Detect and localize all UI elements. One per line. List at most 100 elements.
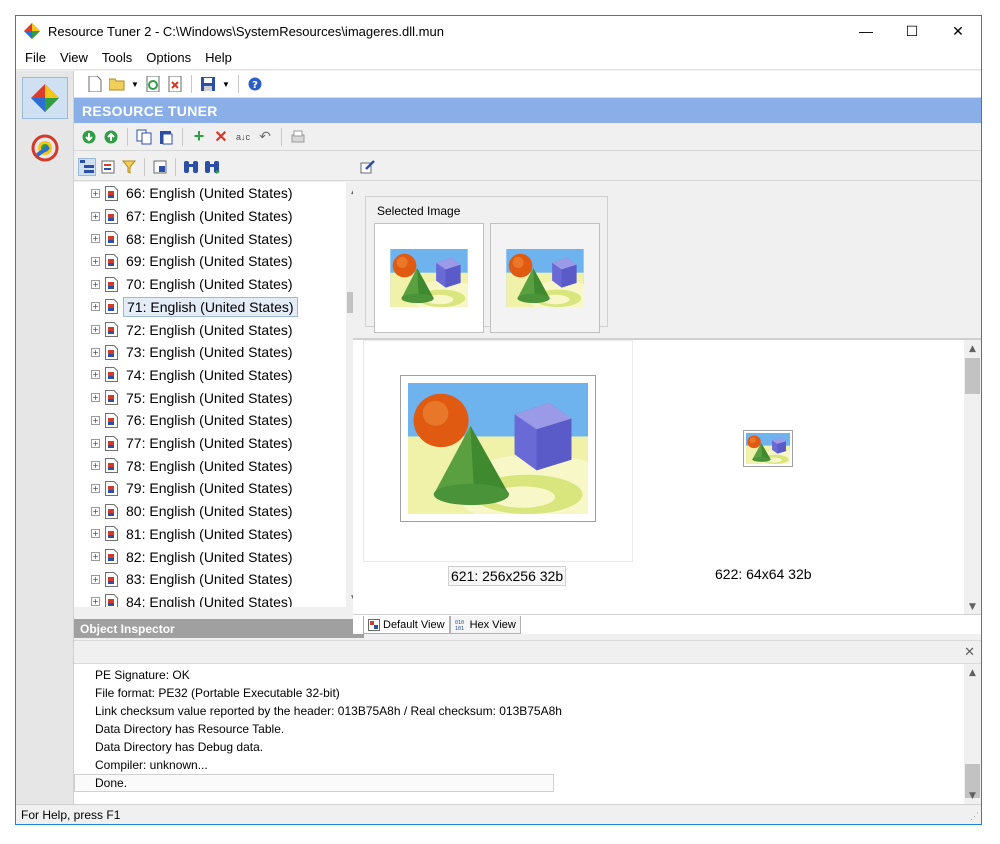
reload-icon[interactable] xyxy=(144,75,162,93)
rename-resource-icon[interactable]: a↓c xyxy=(234,128,252,146)
expand-icon[interactable]: + xyxy=(91,438,100,448)
expand-icon[interactable]: + xyxy=(91,506,100,516)
menu-file[interactable]: File xyxy=(18,50,53,65)
tree-item[interactable]: +77: English (United States) xyxy=(74,432,296,455)
tree-item[interactable]: +71: English (United States) xyxy=(74,296,298,319)
tree-item[interactable]: +70: English (United States) xyxy=(74,273,296,296)
tree-item[interactable]: +83: English (United States) xyxy=(74,568,296,591)
image-resource-icon xyxy=(105,549,118,565)
tree-item[interactable]: +76: English (United States) xyxy=(74,409,296,432)
maximize-icon: ☐ xyxy=(905,22,919,39)
tree-item-label: 77: English (United States) xyxy=(126,435,293,452)
image-thumbnail-small[interactable] xyxy=(490,223,600,333)
scroll-up-icon[interactable]: ▲ xyxy=(964,340,981,357)
resource-list-icon[interactable] xyxy=(99,158,117,176)
expand-icon[interactable]: + xyxy=(91,347,100,357)
tree-item[interactable]: +84: English (United States) xyxy=(74,591,296,607)
expand-icon[interactable]: + xyxy=(91,461,100,471)
image-resource-icon xyxy=(105,322,118,338)
tree-item[interactable]: +75: English (United States) xyxy=(74,386,296,409)
tree-item[interactable]: +82: English (United States) xyxy=(74,545,296,568)
scroll-up-icon[interactable]: ▲ xyxy=(964,664,981,681)
paste-resource-icon[interactable] xyxy=(157,128,175,146)
tree-item[interactable]: +66: English (United States) xyxy=(74,182,296,205)
tree-view-icon[interactable] xyxy=(78,157,96,176)
menu-view[interactable]: View xyxy=(53,50,95,65)
copy-resource-icon[interactable] xyxy=(135,128,153,146)
edit-icon[interactable] xyxy=(359,158,377,176)
small-image[interactable] xyxy=(743,430,798,467)
expand-icon[interactable]: + xyxy=(91,370,100,380)
expand-icon[interactable]: + xyxy=(91,279,100,289)
new-file-icon[interactable] xyxy=(86,75,104,93)
preview-scroll-thumb[interactable] xyxy=(965,358,980,394)
undo-icon[interactable]: ↶ xyxy=(256,128,274,146)
add-resource-icon[interactable]: + xyxy=(190,126,208,146)
expand-icon[interactable]: + xyxy=(91,552,100,562)
close-log-icon[interactable]: ✕ xyxy=(964,644,975,660)
save-icon[interactable] xyxy=(199,75,217,93)
menu-tools[interactable]: Tools xyxy=(95,50,139,65)
tree-item[interactable]: +74: English (United States) xyxy=(74,364,296,387)
preview-scrollbar[interactable]: ▲ ▼ xyxy=(964,340,981,615)
find-icon[interactable] xyxy=(182,158,200,176)
expand-icon[interactable]: + xyxy=(91,393,100,403)
tree-item[interactable]: +79: English (United States) xyxy=(74,477,296,500)
scene-image-icon xyxy=(506,249,584,307)
expand-icon[interactable]: + xyxy=(91,211,100,221)
expand-icon[interactable]: + xyxy=(91,302,100,312)
tree-item[interactable]: +80: English (United States) xyxy=(74,500,296,523)
minimize-button[interactable]: — xyxy=(843,16,889,46)
expand-icon[interactable]: + xyxy=(91,325,100,335)
view-tabs: Default View 010 101 Hex View xyxy=(353,614,981,634)
expand-icon[interactable]: + xyxy=(91,234,100,244)
tree-item-label: 80: English (United States) xyxy=(126,503,293,520)
resource-explorer-nav-button[interactable] xyxy=(22,127,68,169)
save-dropdown-icon[interactable]: ▼ xyxy=(221,75,231,93)
image-preview-area: 621: 256x256 32b 622: 64x64 32b ▲ ▼ xyxy=(353,339,981,615)
move-down-icon[interactable] xyxy=(80,128,98,146)
tree-item[interactable]: +81: English (United States) xyxy=(74,523,296,546)
tab-hex-view-label: Hex View xyxy=(469,618,516,631)
find-next-icon[interactable] xyxy=(203,158,221,176)
properties-icon[interactable] xyxy=(151,158,169,176)
tree-item[interactable]: +67: English (United States) xyxy=(74,205,296,228)
resize-grip-icon[interactable]: ⋰ xyxy=(970,811,979,822)
tree-item[interactable]: +69: English (United States) xyxy=(74,250,296,273)
help-icon[interactable]: ? xyxy=(246,75,264,93)
expand-icon[interactable]: + xyxy=(91,597,100,607)
close-file-icon[interactable] xyxy=(166,75,184,93)
open-dropdown-icon[interactable]: ▼ xyxy=(130,75,140,93)
expand-icon[interactable]: + xyxy=(91,574,100,584)
expand-icon[interactable]: + xyxy=(91,529,100,539)
tree-item[interactable]: +78: English (United States) xyxy=(74,454,296,477)
tree-item[interactable]: +68: English (United States) xyxy=(74,227,296,250)
image-thumbnail-large[interactable] xyxy=(374,223,484,333)
scroll-down-icon[interactable]: ▼ xyxy=(964,598,981,615)
expand-icon[interactable]: + xyxy=(91,188,100,198)
maximize-button[interactable]: ☐ xyxy=(889,16,935,46)
resource-tuner-nav-button[interactable] xyxy=(22,77,68,119)
scroll-down-icon[interactable]: ▼ xyxy=(964,787,981,804)
tree-item[interactable]: +73: English (United States) xyxy=(74,341,296,364)
tree-item[interactable]: +72: English (United States) xyxy=(74,318,296,341)
tab-default-view[interactable]: Default View xyxy=(363,616,450,634)
filter-icon[interactable] xyxy=(120,158,138,176)
large-image-frame[interactable]: 621: 256x256 32b xyxy=(363,340,633,586)
tab-hex-view[interactable]: 010 101 Hex View xyxy=(449,616,521,634)
move-up-icon[interactable] xyxy=(102,128,120,146)
delete-resource-icon[interactable]: ✕ xyxy=(212,128,230,146)
status-text: For Help, press F1 xyxy=(21,807,121,822)
menu-help[interactable]: Help xyxy=(198,50,239,65)
expand-icon[interactable]: + xyxy=(91,256,100,266)
image-resource-icon xyxy=(105,503,118,519)
menu-options[interactable]: Options xyxy=(139,50,198,65)
close-button[interactable]: ✕ xyxy=(935,16,981,46)
print-icon[interactable] xyxy=(289,128,307,146)
open-folder-icon[interactable] xyxy=(108,75,126,93)
main-toolbar: ▼ ▼ ? xyxy=(74,71,981,98)
toolbar-separator xyxy=(144,157,145,176)
expand-icon[interactable]: + xyxy=(91,483,100,493)
log-scrollbar[interactable]: ▲ ▼ xyxy=(964,664,981,804)
expand-icon[interactable]: + xyxy=(91,415,100,425)
